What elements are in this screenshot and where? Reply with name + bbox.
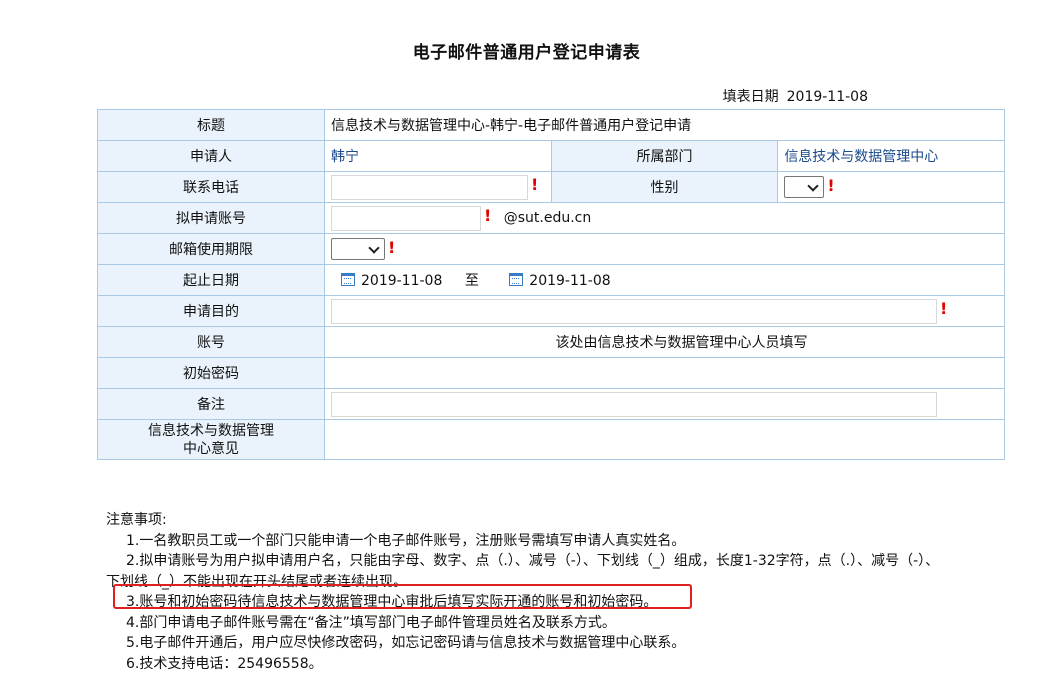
phone-label: 联系电话	[97, 171, 325, 203]
phone-input[interactable]	[331, 174, 528, 200]
row-purpose: 申请目的 !	[97, 295, 1005, 327]
purpose-label: 申请目的	[97, 295, 325, 327]
row-period: 邮箱使用期限 !	[97, 233, 1005, 265]
account-input[interactable]	[331, 205, 481, 231]
application-form: 标题 信息技术与数据管理中心-韩宁-电子邮件普通用户登记申请 申请人 韩宁 所属…	[97, 109, 1005, 460]
start-date[interactable]: 2019-11-08	[361, 273, 442, 289]
subject-value: 信息技术与数据管理中心-韩宁-电子邮件普通用户登记申请	[324, 109, 1005, 141]
account-domain: @sut.edu.cn	[503, 210, 592, 226]
acct-note: 该处由信息技术与数据管理中心人员填写	[324, 326, 1005, 358]
gender-required-mark: !	[827, 176, 835, 195]
note-item: 5.电子邮件开通后，用户应尽快修改密码，如忘记密码请与信息技术与数据管理中心联系…	[126, 635, 686, 651]
notes-heading: 注意事项:	[106, 512, 167, 528]
row-acct: 账号 该处由信息技术与数据管理中心人员填写	[97, 326, 1005, 358]
opinion-label: 信息技术与数据管理 中心意见	[97, 419, 325, 460]
dept-value: 信息技术与数据管理中心	[777, 140, 1005, 172]
row-dates: 起止日期 2019-11-08 至 2019-11-08	[97, 264, 1005, 296]
remark-label: 备注	[97, 388, 325, 420]
dates-label: 起止日期	[97, 264, 325, 296]
account-required-mark: !	[484, 205, 492, 225]
row-phone: 联系电话 ! 性别 !	[97, 171, 1005, 203]
gender-select[interactable]	[784, 176, 825, 198]
applicant-value: 韩宁	[324, 140, 552, 172]
period-required-mark: !	[388, 238, 396, 257]
row-applicant: 申请人 韩宁 所属部门 信息技术与数据管理中心	[97, 140, 1005, 172]
row-subject: 标题 信息技术与数据管理中心-韩宁-电子邮件普通用户登记申请	[97, 109, 1005, 141]
calendar-icon[interactable]	[509, 273, 524, 286]
acct-label: 账号	[97, 326, 325, 358]
dept-label: 所属部门	[550, 140, 779, 172]
init-pwd-label: 初始密码	[97, 357, 325, 389]
to-label: 至	[464, 273, 479, 289]
fill-date-label: 填表日期	[722, 89, 779, 105]
opinion-value	[324, 419, 1005, 460]
note-item: 4.部门申请电子邮件账号需在“备注”填写部门电子邮件管理员姓名及联系方式。	[126, 614, 616, 631]
subject-label: 标题	[97, 109, 325, 141]
applicant-label: 申请人	[97, 140, 325, 172]
fill-date-value: 2019-11-08	[786, 89, 868, 105]
opinion-label-line1: 信息技术与数据管理	[148, 422, 274, 439]
note-item: 6.技术支持电话：25496558。	[126, 655, 323, 672]
opinion-label-line2: 中心意见	[183, 440, 239, 457]
calendar-icon[interactable]	[341, 273, 355, 286]
note-item: 1.一名教职员工或一个部门只能申请一个电子邮件账号，注册账号需填写申请人真实姓名…	[126, 532, 686, 549]
gender-label: 性别	[550, 171, 779, 203]
row-init-pwd: 初始密码	[97, 357, 1005, 389]
end-date[interactable]: 2019-11-08	[529, 273, 610, 289]
phone-required-mark: !	[531, 174, 539, 194]
account-label: 拟申请账号	[97, 202, 325, 234]
fill-date: 填表日期 2019-11-08	[723, 86, 868, 106]
period-select[interactable]	[331, 238, 385, 260]
period-label: 邮箱使用期限	[97, 233, 325, 265]
remark-input[interactable]	[331, 391, 937, 417]
row-account: 拟申请账号 ! @sut.edu.cn	[97, 202, 1005, 234]
highlight-box	[113, 584, 692, 609]
row-opinion: 信息技术与数据管理 中心意见	[97, 419, 1005, 460]
init-pwd-value	[324, 357, 1005, 389]
purpose-required-mark: !	[940, 298, 948, 318]
page-title: 电子邮件普通用户登记申请表	[412, 43, 641, 63]
row-remark: 备注	[97, 388, 1005, 420]
note-item: 2.拟申请账号为用户拟申请用户名，只能由字母、数字、点（.）、减号（-）、下划线…	[126, 553, 940, 569]
purpose-input[interactable]	[331, 298, 937, 324]
